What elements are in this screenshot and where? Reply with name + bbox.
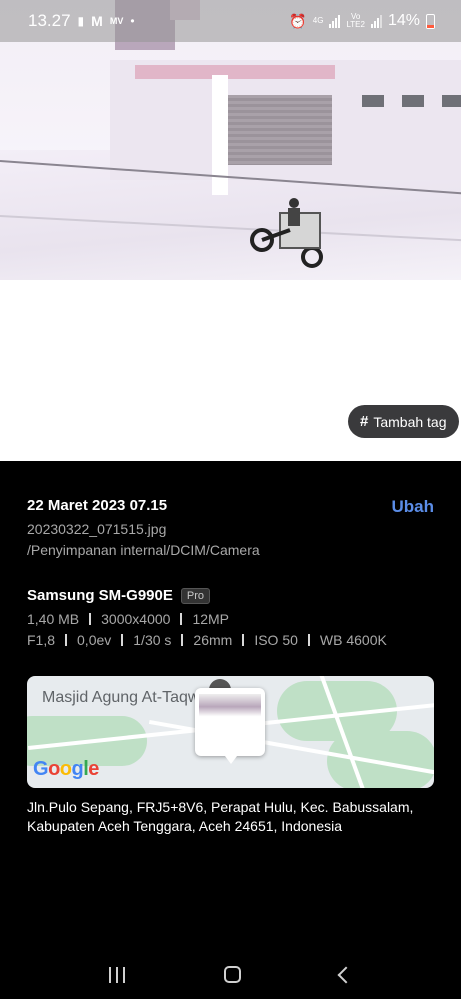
exposure-value: 0,0ev <box>77 632 112 648</box>
specs-row-1: 1,40 MB 3000x4000 12MP <box>27 611 229 627</box>
photo-viewer[interactable]: # Tambah tag <box>0 0 461 461</box>
signal-icon-2 <box>370 14 382 28</box>
signal-icon <box>329 14 341 28</box>
file-size: 1,40 MB <box>27 611 80 627</box>
focal-length: 26mm <box>193 632 233 648</box>
aperture: F1,8 <box>27 632 56 648</box>
volte-icon: Vo LTE2 <box>346 13 365 29</box>
mode-badge: Pro <box>180 587 211 604</box>
dot-icon: • <box>130 14 135 28</box>
photo-window <box>442 95 461 107</box>
back-button[interactable] <box>337 966 355 983</box>
navigation-bar <box>0 950 461 999</box>
device-info: Samsung SM-G990E Pro <box>27 587 211 604</box>
file-path: /Penyimpanan internal/DCIM/Camera <box>27 542 260 558</box>
divider <box>181 634 184 646</box>
map-place-label: Masjid Agung At-Taqw <box>42 689 200 706</box>
photo-window <box>402 95 424 107</box>
resolution: 3000x4000 <box>101 611 171 627</box>
shutter-speed: 1/30 s <box>133 632 172 648</box>
recent-apps-button[interactable] <box>109 966 126 983</box>
network-4g-icon: 4G <box>312 16 324 25</box>
divider <box>242 634 245 646</box>
location-address: Jln.Pulo Sepang, FRJ5+8V6, Perapat Hulu,… <box>27 799 414 834</box>
thumbnail-image <box>199 694 261 726</box>
battery-icon <box>426 13 435 29</box>
location-map[interactable]: Masjid Agung At-Taqw Google <box>27 676 434 788</box>
specs-row-2: F1,8 0,0ev 1/30 s 26mm ISO 50 WB 4600K <box>27 632 387 648</box>
add-tag-label: Tambah tag <box>373 413 447 430</box>
photo-motorcycle <box>250 198 323 268</box>
notification-icon: ▮ <box>77 14 85 28</box>
status-time: 13.27 <box>28 11 71 30</box>
photo-window <box>362 95 384 107</box>
megapixels: 12MP <box>192 611 230 627</box>
home-button[interactable] <box>223 966 241 983</box>
alarm-icon: ⏰ <box>289 12 307 29</box>
photo-roof <box>135 65 335 79</box>
gmail-icon: M <box>91 13 103 29</box>
status-bar: 13.27 ▮ M MV • ⏰ 4G Vo LTE2 14% <box>0 0 461 42</box>
divider <box>121 634 124 646</box>
iso: ISO 50 <box>254 632 298 648</box>
photo-date-time: 22 Maret 2023 07.15 <box>27 497 168 514</box>
mv-icon: MV <box>109 16 124 26</box>
battery-percent: 14% <box>387 12 420 29</box>
divider <box>180 613 183 625</box>
hashtag-icon: # <box>360 413 369 430</box>
volte-line2: LTE2 <box>346 20 365 29</box>
divider <box>89 613 92 625</box>
device-name: Samsung SM-G990E <box>27 587 173 604</box>
map-photo-thumbnail <box>195 688 265 764</box>
file-name: 20230322_071515.jpg <box>27 521 167 537</box>
divider <box>307 634 310 646</box>
white-balance: WB 4600K <box>319 632 387 648</box>
divider <box>65 634 68 646</box>
google-logo: Google <box>33 758 99 780</box>
edit-button[interactable]: Ubah <box>392 497 435 517</box>
add-tag-button[interactable]: # Tambah tag <box>348 405 459 438</box>
photo-shutter <box>228 95 332 165</box>
